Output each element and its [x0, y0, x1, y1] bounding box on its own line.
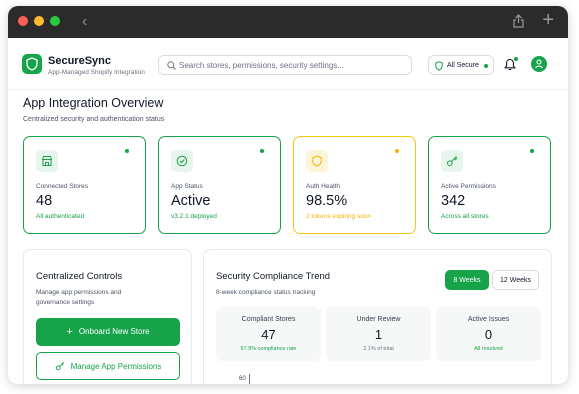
panel-description: Manage app permissions and governance se…	[36, 289, 122, 306]
status-dot	[530, 149, 534, 153]
stat-label: Active Issues	[467, 316, 510, 323]
y-axis-tick: 60	[239, 376, 246, 382]
page-subtitle: Centralized security and authentication …	[23, 116, 165, 123]
app-tagline: App-Managed Shopify Integration	[48, 69, 145, 76]
card-value: 98.5%	[306, 193, 348, 209]
tab-12-weeks[interactable]: 12 Weeks	[492, 270, 539, 290]
card-label: App Status	[171, 183, 203, 190]
card-value: Active	[171, 193, 211, 209]
window-titlebar: ‹ +	[8, 6, 568, 38]
active-permissions-card[interactable]: Active Permissions 342 Across all stores	[428, 136, 551, 234]
card-subtext: 2 tokens expiring soon	[306, 213, 372, 220]
connected-stores-card[interactable]: Connected Stores 48 All authenticated	[23, 136, 146, 234]
shield-icon	[435, 61, 443, 71]
panel-title: Centralized Controls	[36, 271, 123, 282]
status-dot	[395, 149, 399, 153]
search-icon	[167, 61, 176, 70]
security-status-pill[interactable]: All Secure	[428, 55, 494, 75]
under-review-stat: Under Review 1 2.1% of total	[326, 307, 431, 361]
stat-subtext: 2.1% of total	[363, 346, 394, 352]
stat-value: 0	[484, 327, 493, 342]
plus-icon: +	[66, 326, 73, 338]
user-icon	[535, 59, 543, 69]
card-subtext: Across all stores	[441, 213, 489, 220]
app-name: SecureSync	[48, 55, 111, 67]
notification-badge	[514, 57, 518, 61]
status-dot	[260, 149, 264, 153]
app-header: SecureSync App-Managed Shopify Integrati…	[8, 38, 568, 90]
onboard-store-button[interactable]: + Onboard New Store	[36, 318, 180, 346]
check-circle-icon	[171, 150, 193, 172]
panel-description: 8-week compliance status tracking	[216, 289, 316, 296]
compliance-trend-panel: Security Compliance Trend 8-week complia…	[203, 249, 552, 384]
button-label: Onboard New Store	[78, 327, 150, 336]
back-arrow-icon[interactable]: ‹	[82, 13, 87, 31]
manage-permissions-button[interactable]: Manage App Permissions	[36, 352, 180, 380]
stat-label: Compliant Stores	[241, 316, 296, 323]
active-issues-stat: Active Issues 0 All resolved	[436, 307, 541, 361]
store-icon	[36, 150, 58, 172]
user-avatar[interactable]	[531, 56, 547, 72]
minimize-window-button[interactable]	[34, 16, 44, 26]
card-label: Auth Health	[306, 183, 340, 190]
centralized-controls-panel: Centralized Controls Manage app permissi…	[23, 249, 192, 384]
status-dot	[484, 64, 488, 68]
tab-8-weeks[interactable]: 8 Weeks	[445, 270, 489, 290]
auth-health-card[interactable]: Auth Health 98.5% 2 tokens expiring soon	[293, 136, 416, 234]
panel-title: Security Compliance Trend	[216, 271, 331, 282]
stat-subtext: All resolved	[474, 346, 503, 352]
card-value: 342	[441, 193, 466, 209]
page-title: App Integration Overview	[23, 96, 164, 110]
button-label: Manage App Permissions	[70, 362, 162, 371]
y-axis-line	[249, 374, 250, 384]
stat-value: 1	[374, 327, 383, 342]
search-input[interactable]	[179, 58, 407, 72]
stat-label: Under Review	[356, 316, 401, 323]
key-icon	[441, 150, 463, 172]
new-tab-icon[interactable]: +	[542, 10, 554, 30]
card-label: Connected Stores	[36, 183, 89, 190]
search-bar[interactable]	[158, 55, 412, 75]
maximize-window-button[interactable]	[50, 16, 60, 26]
card-label: Active Permissions	[441, 183, 496, 190]
browser-window: ‹ + SecureSync App-Managed Shopify Integ…	[8, 6, 568, 384]
app-logo	[22, 54, 42, 74]
stat-value: 47	[261, 327, 276, 342]
key-icon	[55, 361, 64, 371]
card-subtext: v3.2.1 deployed	[171, 213, 217, 220]
close-window-button[interactable]	[18, 16, 28, 26]
app-status-card[interactable]: App Status Active v3.2.1 deployed	[158, 136, 281, 234]
security-status-label: All Secure	[447, 62, 479, 69]
card-subtext: All authenticated	[36, 213, 85, 220]
stat-subtext: 97.9% compliance rate	[240, 346, 297, 352]
share-icon[interactable]	[513, 14, 524, 33]
compliant-stores-stat: Compliant Stores 47 97.9% compliance rat…	[216, 307, 321, 361]
card-value: 48	[36, 193, 53, 209]
status-dot	[125, 149, 129, 153]
shield-icon	[306, 150, 328, 172]
